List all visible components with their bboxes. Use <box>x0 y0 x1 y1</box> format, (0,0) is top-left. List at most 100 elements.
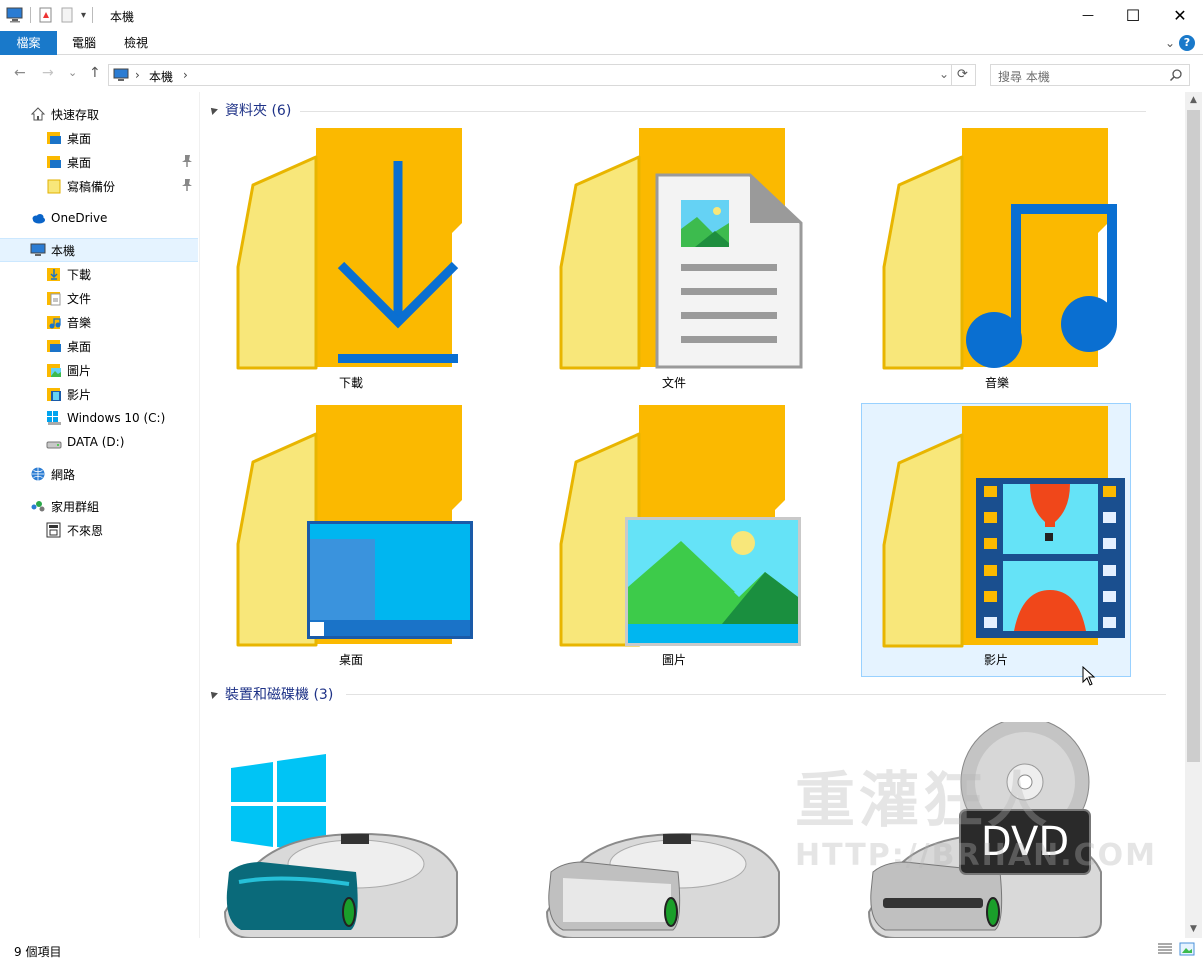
pictures-icon <box>46 362 62 378</box>
folder-label: 文件 <box>661 376 686 390</box>
sidebar-item-label: DATA (D:) <box>67 435 125 449</box>
sidebar-item-network[interactable]: 網路 <box>0 462 198 486</box>
sidebar-item-draft-backup[interactable]: 寫稿備份 <box>0 174 198 198</box>
address-dropdown-icon[interactable]: ⌄ <box>939 67 949 81</box>
group-title: 裝置和磁碟機 (3) <box>225 687 334 703</box>
customize-toolbar-dropdown[interactable]: ▾ <box>81 10 86 21</box>
sidebar-item-homegroup[interactable]: 家用群組 <box>0 494 198 518</box>
sidebar-item-videos[interactable]: 影片 <box>0 382 198 406</box>
sidebar-item-quick-access[interactable]: 快速存取 <box>0 102 198 126</box>
drive-c[interactable] <box>221 752 461 938</box>
tab-computer[interactable]: 電腦 <box>58 31 110 55</box>
sidebar-item-onedrive[interactable]: OneDrive <box>0 206 198 230</box>
mouse-cursor-icon <box>1082 666 1096 686</box>
folder-downloads[interactable]: 下載 <box>216 125 486 399</box>
new-folder-icon[interactable] <box>59 6 77 24</box>
recent-locations-button[interactable]: ⌄ <box>68 66 77 79</box>
videos-folder-icon <box>882 406 1125 648</box>
downloads-icon <box>46 266 62 282</box>
close-button[interactable]: ✕ <box>1157 0 1203 30</box>
desktop-folder-icon <box>46 338 62 354</box>
documents-icon <box>46 290 62 306</box>
sidebar-item-label: 網路 <box>51 467 76 482</box>
sidebar-item-drive-d[interactable]: DATA (D:) <box>0 430 198 454</box>
breadcrumb-separator[interactable]: › <box>183 68 188 82</box>
sidebar-item-label: 本機 <box>51 243 76 258</box>
drive-icon <box>46 434 62 450</box>
sidebar-item-pictures[interactable]: 圖片 <box>0 358 198 382</box>
folder-pictures[interactable]: 圖片 <box>539 402 809 676</box>
scrollbar-thumb[interactable] <box>1187 110 1200 762</box>
watermark-logo: HTTP://BRIIAN.COM <box>795 838 1158 873</box>
details-view-icon[interactable] <box>1157 942 1173 959</box>
user-icon <box>46 522 62 538</box>
back-button[interactable]: ← <box>14 65 26 81</box>
film-strip-icon <box>976 478 1125 638</box>
expand-ribbon-icon[interactable]: ⌄ <box>1165 36 1175 50</box>
videos-icon <box>46 386 62 402</box>
vertical-scrollbar[interactable]: ▲ ▼ <box>1185 92 1202 938</box>
pin-icon[interactable] <box>180 154 194 168</box>
sidebar-item-label: 文件 <box>67 291 92 306</box>
item-count: 9 個項目 <box>14 945 62 959</box>
help-icon[interactable]: ? <box>1179 35 1195 51</box>
maximize-button[interactable]: ☐ <box>1110 0 1156 30</box>
windows-drive-icon <box>46 410 62 426</box>
search-icon[interactable] <box>1169 68 1183 85</box>
tab-file[interactable]: 檔案 <box>0 31 57 55</box>
sidebar-item-label: 影片 <box>67 387 92 402</box>
ribbon-tabs: 檔案 電腦 檢視 ⌄ ? <box>0 31 1203 55</box>
folder-documents[interactable]: 文件 <box>539 125 809 399</box>
music-folder-icon <box>882 128 1117 370</box>
downloads-folder-icon <box>236 128 462 370</box>
sidebar-item-music[interactable]: 音樂 <box>0 310 198 334</box>
tab-view[interactable]: 檢視 <box>110 31 162 55</box>
collapse-caret-icon[interactable] <box>208 689 218 699</box>
large-icons-view-icon[interactable] <box>1179 942 1195 959</box>
breadcrumb-this-pc[interactable]: 本機 <box>149 68 173 85</box>
computer-icon <box>113 68 129 82</box>
sidebar-item-desktop-pinned[interactable]: 桌面 <box>0 150 198 174</box>
sidebar-item-desktop-pc[interactable]: 桌面 <box>0 334 198 358</box>
sidebar-item-label: 寫稿備份 <box>67 179 116 194</box>
minimize-button[interactable]: — <box>1065 0 1111 30</box>
sidebar-item-user[interactable]: 不來恩 <box>0 518 198 542</box>
sidebar-item-desktop[interactable]: 桌面 <box>0 126 198 150</box>
forward-button[interactable]: → <box>42 65 54 81</box>
breadcrumb-separator[interactable]: › <box>135 68 140 82</box>
collapse-caret-icon[interactable] <box>208 105 218 115</box>
watermark-logo: 重灌狂人 <box>795 766 1051 836</box>
sidebar-item-this-pc[interactable]: 本機 <box>0 238 198 262</box>
window-title: 本機 <box>110 10 135 24</box>
documents-folder-icon <box>559 128 803 370</box>
navigation-pane: 快速存取 桌面 桌面 寫稿備份 OneDrive 本機 下載 文件 音樂 桌面 <box>0 92 200 938</box>
windows-system-drive-icon <box>223 754 458 938</box>
group-header-devices[interactable]: 裝置和磁碟機 (3) <box>208 684 334 704</box>
sidebar-item-label: 圖片 <box>67 363 92 378</box>
search-box[interactable]: 搜尋 本機 <box>990 64 1190 86</box>
sidebar-item-label: 音樂 <box>67 315 92 330</box>
star-home-icon <box>30 106 46 122</box>
folder-desktop[interactable]: 桌面 <box>216 402 486 676</box>
refresh-button[interactable]: ⟳ <box>951 64 973 86</box>
computer-icon[interactable] <box>6 6 24 24</box>
properties-icon[interactable] <box>37 6 55 24</box>
folder-icon <box>46 178 62 194</box>
sidebar-item-documents[interactable]: 文件 <box>0 286 198 310</box>
sidebar-item-label: 桌面 <box>67 339 92 354</box>
document-page-icon <box>655 173 803 369</box>
view-switcher <box>1157 942 1195 959</box>
computer-icon <box>30 242 46 258</box>
pin-icon[interactable] <box>180 178 194 192</box>
group-header-folders[interactable]: 資料夾 (6) <box>208 100 291 120</box>
status-bar: 9 個項目 <box>0 938 1203 962</box>
scroll-down-icon[interactable]: ▼ <box>1185 921 1202 938</box>
folder-videos[interactable]: 影片 <box>861 403 1131 686</box>
folder-music[interactable]: 音樂 <box>862 125 1132 399</box>
sidebar-item-drive-c[interactable]: Windows 10 (C:) <box>0 406 198 430</box>
up-button[interactable]: ↑ <box>89 65 101 81</box>
scroll-up-icon[interactable]: ▲ <box>1185 92 1202 109</box>
sidebar-item-downloads[interactable]: 下載 <box>0 262 198 286</box>
drive-d[interactable] <box>543 822 783 938</box>
address-bar[interactable]: › 本機 › ⌄ ⟳ <box>108 64 976 86</box>
